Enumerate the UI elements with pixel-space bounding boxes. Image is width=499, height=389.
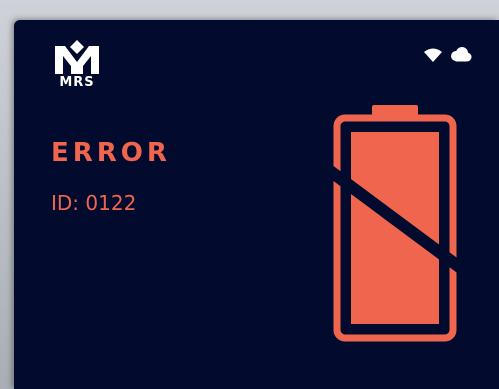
wifi-icon bbox=[424, 47, 442, 66]
error-id-label: ID: bbox=[51, 191, 80, 215]
logo-mark-icon bbox=[55, 40, 99, 74]
status-icons bbox=[424, 46, 472, 66]
battery-error-icon bbox=[316, 100, 476, 362]
cloud-icon bbox=[448, 46, 472, 66]
error-id-value: 0122 bbox=[85, 191, 137, 215]
mrs-logo: MRS bbox=[51, 40, 103, 90]
device-screen: MRS ERROR ID: 0122 bbox=[14, 20, 499, 389]
error-title: ERROR bbox=[51, 138, 171, 168]
error-id: ID: 0122 bbox=[51, 191, 136, 215]
brand-text: MRS bbox=[59, 75, 95, 90]
